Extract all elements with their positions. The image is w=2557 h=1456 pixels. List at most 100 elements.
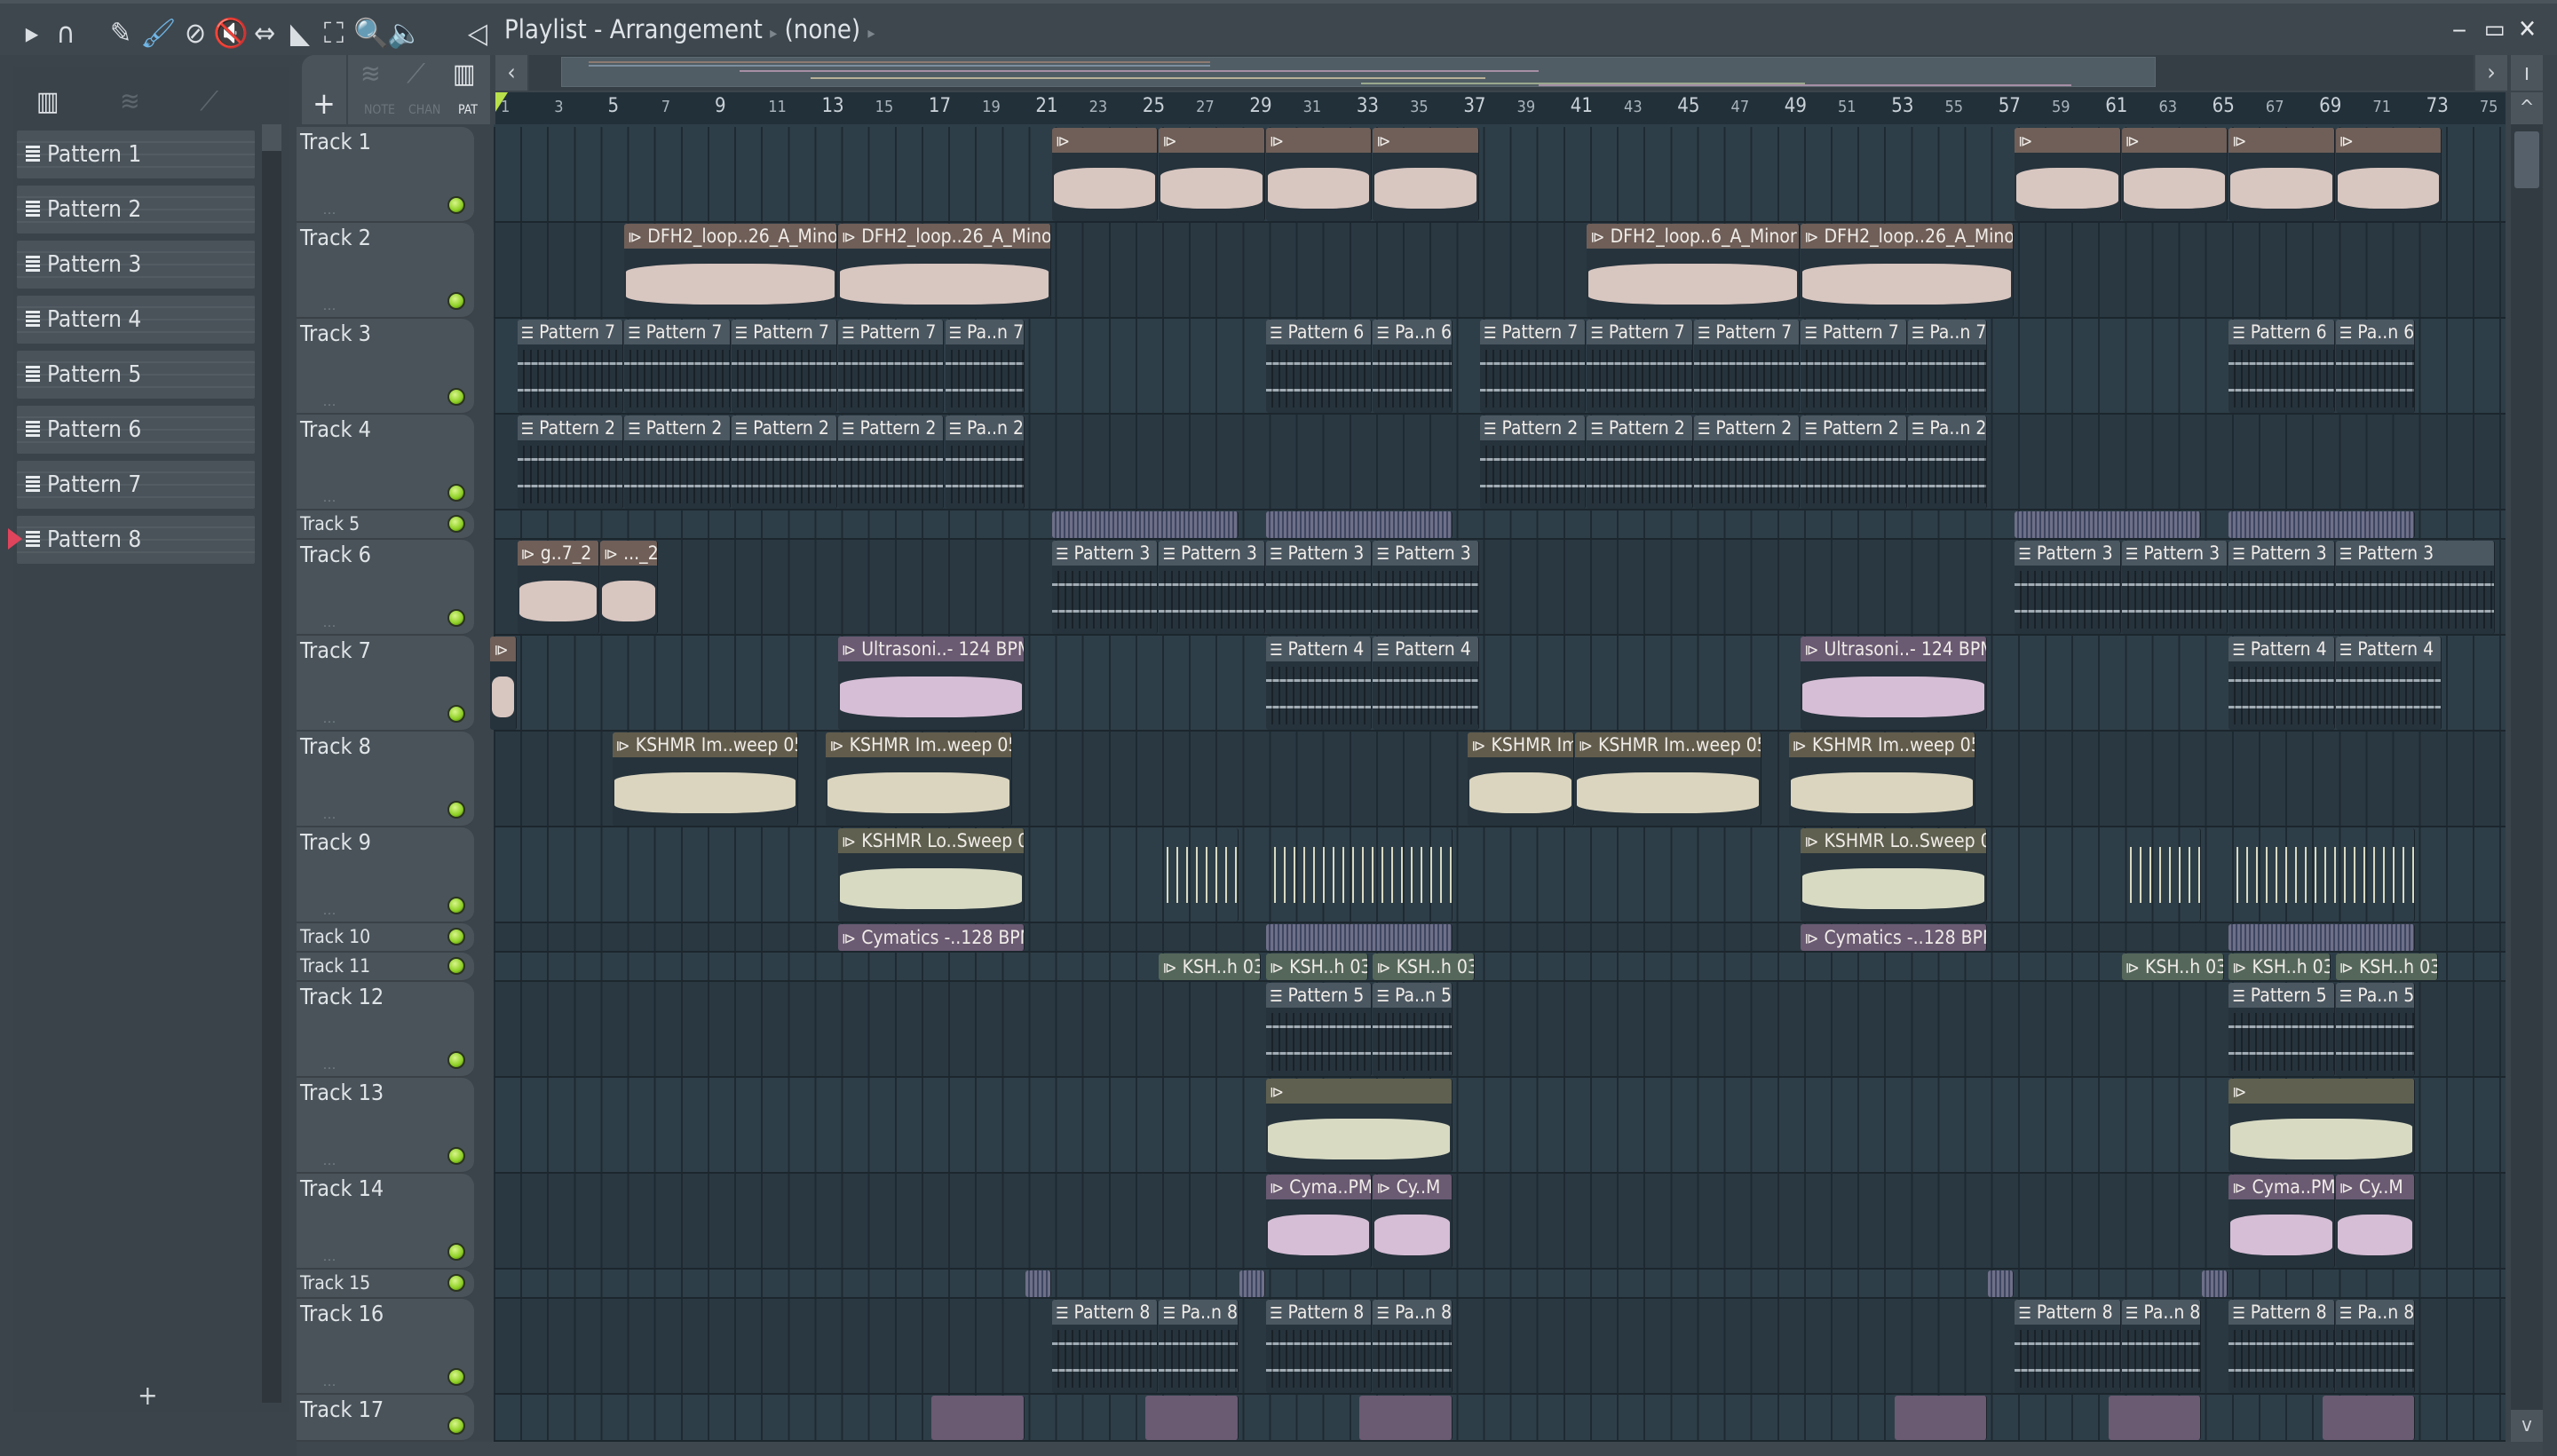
clip-pattern[interactable]: ☰ Pa..n 8 <box>2335 1300 2416 1393</box>
track-menu-dots[interactable]: ... <box>323 1154 336 1168</box>
clip-purple[interactable]: ⧐ Cymatics -..128 BPM <box>1801 924 1988 951</box>
track-mute-led[interactable] <box>447 515 465 533</box>
track-lane[interactable]: ☰ Pattern 7 ☰ Pattern 7 ☰ Pattern 7 ☰ Pattern 7… <box>494 319 2506 415</box>
clip-khaki[interactable]: ⧐ KSHMR Im..weep 05 <box>826 732 1013 826</box>
track-header[interactable]: Track 11 <box>297 953 474 982</box>
clip-audio[interactable]: ⧐ DFH2_loop..26_A_Minor <box>624 224 838 317</box>
clip-purple[interactable] <box>2322 1396 2416 1440</box>
track-menu-dots[interactable]: ... <box>323 1375 336 1389</box>
pattern-item[interactable]: Pattern 2 <box>17 186 255 233</box>
filter-chan[interactable]: CHAN <box>408 103 440 117</box>
clip-audio[interactable]: ⧐ <box>490 637 517 730</box>
clip-pattern[interactable]: ☰ Pattern 2 <box>1479 415 1587 509</box>
clip-purple[interactable]: ⧐ Cy..M <box>2335 1175 2416 1268</box>
clip-ticks[interactable] <box>2228 828 2416 922</box>
zoom-icon[interactable]: 🔍 <box>353 16 389 50</box>
clip-audio[interactable]: ⧐ <box>1159 128 1265 221</box>
scroll-left-button[interactable]: ‹ <box>495 55 527 91</box>
clip-pattern[interactable]: ☰ Pattern 3 <box>2121 541 2228 634</box>
track-name[interactable]: Track 3 <box>300 320 371 346</box>
clip-pattern[interactable]: ☰ Pattern 6 <box>1265 320 1373 413</box>
clip-pattern[interactable]: ☰ Pattern 7 <box>624 320 731 413</box>
clip-audio[interactable]: ⧐ DFH2_loop..6_A_Minor <box>1587 224 1801 317</box>
scroll-down-button[interactable]: v <box>2511 1410 2543 1442</box>
clip-pattern[interactable]: ☰ Pattern 3 <box>1051 541 1159 634</box>
track-header[interactable]: Track 12... <box>297 982 474 1078</box>
clip-pattern[interactable]: ☰ Pattern 4 <box>1373 637 1479 730</box>
clip-pattern[interactable]: ☰ Pattern 4 <box>2228 637 2335 730</box>
track-name[interactable]: Track 11 <box>300 955 370 977</box>
clip-pattern[interactable]: ☰ Pattern 6 <box>2228 320 2335 413</box>
clip-purple[interactable] <box>1359 1396 1453 1440</box>
clip-pattern[interactable]: ☰ Pa..n 8 <box>1159 1300 1239 1393</box>
zoom-handle[interactable]: ı <box>2511 55 2543 91</box>
track-name[interactable]: Track 8 <box>300 733 371 759</box>
clip-khaki[interactable]: ⧐ KSHMR Im..weep 05 <box>612 732 799 826</box>
clip-stripe[interactable] <box>1051 511 1239 538</box>
clip-green[interactable]: ⧐ KSH..h 03 <box>1373 954 1476 980</box>
clip-pattern[interactable]: ☰ Pattern 5 <box>2228 983 2335 1076</box>
clip-olive[interactable]: ⧐ <box>2228 1079 2416 1172</box>
track-mute-led[interactable] <box>447 928 465 946</box>
clip-pattern[interactable]: ☰ Pattern 2 <box>517 415 624 509</box>
clip-ticks[interactable] <box>1159 828 1239 922</box>
overview-window[interactable] <box>561 57 2156 87</box>
clip-audio[interactable]: ⧐ <box>2015 128 2121 221</box>
pattern-item[interactable]: Pattern 1 <box>17 131 255 178</box>
clip-pattern[interactable]: ☰ Pattern 8 <box>1265 1300 1373 1393</box>
clip-green[interactable]: ⧐ KSH..h 03 <box>1159 954 1262 980</box>
track-name[interactable]: Track 5 <box>300 513 360 534</box>
clip-stripe[interactable] <box>1265 511 1453 538</box>
speaker-icon[interactable]: ◁ <box>462 16 494 50</box>
clip-pattern[interactable]: ☰ Pattern 7 <box>1693 320 1801 413</box>
clip-pattern[interactable]: ☰ Pattern 7 <box>1479 320 1587 413</box>
track-lane[interactable]: ⧐ g..7_2 ⧐ ..._2 ☰ Pattern 3 ☰ Pattern 3 ☰ Patter… <box>494 540 2506 636</box>
track-name[interactable]: Track 4 <box>300 416 371 442</box>
track-lane[interactable]: ⧐ Cymatics -..128 BPM ⧐ Cymatics -..128 BPM <box>494 923 2506 953</box>
track-menu-dots[interactable]: ... <box>323 808 336 822</box>
clip-pattern[interactable]: ☰ Pattern 2 <box>731 415 838 509</box>
slice-icon[interactable]: ◣ <box>284 16 316 50</box>
add-pattern-button[interactable]: + <box>138 1381 158 1412</box>
vertical-scroll-thumb[interactable] <box>2514 131 2539 188</box>
clip-pattern[interactable]: ☰ Pattern 3 <box>1373 541 1479 634</box>
track-header[interactable]: Track 3... <box>297 319 474 415</box>
track-lane[interactable]: ⧐ KSHMR Lo..Sweep 02 ⧐ KSHMR Lo..Sweep 02 <box>494 827 2506 923</box>
track-lane[interactable] <box>494 1270 2506 1299</box>
clip-purple[interactable]: ⧐ Ultrasoni..- 124 BPM <box>838 637 1025 730</box>
track-menu-dots[interactable]: ... <box>323 616 336 630</box>
clip-purple[interactable]: ⧐ Cyma..PM <box>1265 1175 1373 1268</box>
pattern-item[interactable]: Pattern 3 <box>17 241 255 289</box>
track-name[interactable]: Track 14 <box>300 1175 384 1201</box>
track-lane[interactable]: ⧐ DFH2_loop..26_A_Minor ⧐ DFH2_loop..26_A_M… <box>494 223 2506 319</box>
track-lane[interactable]: ☰ Pattern 8 ☰ Pa..n 8 ☰ Pattern 8 ☰ Pa..n 8 ☰ Pat… <box>494 1299 2506 1395</box>
track-mute-led[interactable] <box>447 897 465 914</box>
clip-pattern[interactable]: ☰ Pa..n 7 <box>945 320 1025 413</box>
track-menu-dots[interactable]: ... <box>323 203 336 218</box>
track-header[interactable]: Track 2... <box>297 223 474 319</box>
clip-pattern[interactable]: ☰ Pa..n 2 <box>945 415 1025 509</box>
track-mute-led[interactable] <box>447 1274 465 1292</box>
track-header[interactable]: Track 6... <box>297 540 474 636</box>
mute-icon[interactable]: 🔇 <box>213 16 249 50</box>
track-mute-led[interactable] <box>447 388 465 406</box>
clip-stripe[interactable] <box>1025 1270 1051 1297</box>
playlist-grid[interactable]: ⧐ ⧐ ⧐ ⧐ ⧐ ⧐ ⧐ ⧐ ⧐ DFH2_loop..26_A_Minor ⧐ DFH2_loop… <box>490 124 2506 1442</box>
clip-purple[interactable]: ⧐ Cy..M <box>1373 1175 1453 1268</box>
add-track-button[interactable]: + <box>302 55 346 124</box>
track-mute-led[interactable] <box>447 1051 465 1069</box>
track-name[interactable]: Track 15 <box>300 1272 370 1294</box>
track-header[interactable]: Track 10 <box>297 923 474 953</box>
track-mute-led[interactable] <box>447 1368 465 1386</box>
track-lane[interactable]: ☰ Pattern 2 ☰ Pattern 2 ☰ Pattern 2 ☰ Pattern 2… <box>494 415 2506 510</box>
clip-pattern[interactable]: ☰ Pattern 2 <box>624 415 731 509</box>
clip-pattern[interactable]: ☰ Pattern 8 <box>2228 1300 2335 1393</box>
play-icon[interactable]: ▸ <box>16 16 48 50</box>
track-menu-dots[interactable]: ... <box>323 1250 336 1264</box>
track-header[interactable]: Track 15 <box>297 1270 474 1299</box>
clip-pattern[interactable]: ☰ Pattern 4 <box>1265 637 1373 730</box>
track-menu-dots[interactable]: ... <box>323 1058 336 1072</box>
paint-icon[interactable]: 🖌 <box>140 16 177 50</box>
clip-pattern[interactable]: ☰ Pa..n 6 <box>2335 320 2416 413</box>
clip-pattern[interactable]: ☰ Pattern 2 <box>1801 415 1907 509</box>
